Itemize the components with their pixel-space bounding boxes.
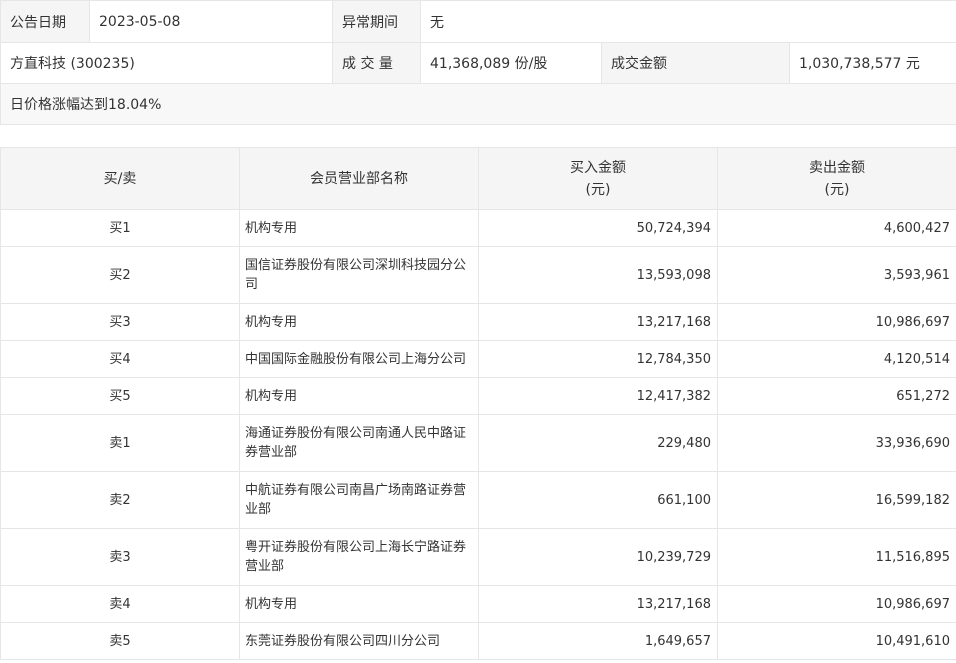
- header-buy-unit: (元): [585, 181, 611, 198]
- table-row: 买5 机构专用 12,417,382 651,272: [0, 377, 956, 415]
- table-row: 卖4 机构专用 13,217,168 10,986,697: [0, 585, 956, 623]
- row-member-name: 东莞证券股份有限公司四川分公司: [239, 622, 479, 660]
- row-sell-amount: 33,936,690: [717, 414, 956, 472]
- info-row-trade: 方直科技 (300235) 成 交 量 41,368,089 份/股 成交金额 …: [0, 42, 956, 84]
- row-side: 买2: [0, 246, 240, 304]
- row-buy-amount: 661,100: [478, 471, 718, 529]
- row-side: 买5: [0, 377, 240, 415]
- listing-reason: 日价格涨幅达到18.04%: [0, 83, 956, 125]
- announce-date-label: 公告日期: [0, 0, 90, 43]
- volume-value: 41,368,089 份/股: [420, 42, 602, 84]
- header-sell-unit: (元): [824, 181, 850, 198]
- row-side: 卖4: [0, 585, 240, 623]
- row-buy-amount: 1,649,657: [478, 622, 718, 660]
- row-member-name: 机构专用: [239, 209, 479, 247]
- row-buy-amount: 50,724,394: [478, 209, 718, 247]
- row-member-name: 机构专用: [239, 585, 479, 623]
- row-side: 卖1: [0, 414, 240, 472]
- row-member-name: 机构专用: [239, 377, 479, 415]
- header-sell-amount: 卖出金额 (元): [717, 147, 956, 210]
- row-buy-amount: 229,480: [478, 414, 718, 472]
- volume-label: 成 交 量: [332, 42, 421, 84]
- row-buy-amount: 13,593,098: [478, 246, 718, 304]
- row-side: 卖3: [0, 528, 240, 586]
- table-row: 卖3 粤开证券股份有限公司上海长宁路证券营业部 10,239,729 11,51…: [0, 528, 956, 586]
- table-row: 买4 中国国际金融股份有限公司上海分公司 12,784,350 4,120,51…: [0, 340, 956, 378]
- row-buy-amount: 12,417,382: [478, 377, 718, 415]
- table-row: 卖1 海通证券股份有限公司南通人民中路证券营业部 229,480 33,936,…: [0, 414, 956, 472]
- row-side: 卖5: [0, 622, 240, 660]
- row-buy-amount: 10,239,729: [478, 528, 718, 586]
- row-sell-amount: 10,986,697: [717, 303, 956, 341]
- header-side: 买/卖: [0, 147, 240, 210]
- row-buy-amount: 13,217,168: [478, 303, 718, 341]
- row-sell-amount: 651,272: [717, 377, 956, 415]
- info-row-date: 公告日期 2023-05-08 异常期间 无: [0, 0, 956, 43]
- abnormal-period-label: 异常期间: [332, 0, 421, 43]
- table-row: 卖2 中航证券有限公司南昌广场南路证券营业部 661,100 16,599,18…: [0, 471, 956, 529]
- stock-name: 方直科技 (300235): [0, 42, 333, 84]
- row-side: 买1: [0, 209, 240, 247]
- table-row: 买1 机构专用 50,724,394 4,600,427: [0, 209, 956, 247]
- row-buy-amount: 13,217,168: [478, 585, 718, 623]
- announce-date-value: 2023-05-08: [89, 0, 333, 43]
- row-sell-amount: 4,600,427: [717, 209, 956, 247]
- row-member-name: 国信证券股份有限公司深圳科技园分公司: [239, 246, 479, 304]
- row-member-name: 海通证券股份有限公司南通人民中路证券营业部: [239, 414, 479, 472]
- table-row: 卖5 东莞证券股份有限公司四川分公司 1,649,657 10,491,610: [0, 622, 956, 660]
- row-buy-amount: 12,784,350: [478, 340, 718, 378]
- trading-detail-table: 买/卖 会员营业部名称 买入金额 (元) 卖出金额 (元) 买1 机构专用 50…: [0, 147, 956, 660]
- header-sell-label: 卖出金额: [809, 159, 865, 176]
- stock-info-table: 公告日期 2023-05-08 异常期间 无 方直科技 (300235) 成 交…: [0, 0, 956, 125]
- header-buy-label: 买入金额: [570, 159, 626, 176]
- amount-value: 1,030,738,577 元: [789, 42, 956, 84]
- row-member-name: 中国国际金融股份有限公司上海分公司: [239, 340, 479, 378]
- row-sell-amount: 10,491,610: [717, 622, 956, 660]
- row-side: 卖2: [0, 471, 240, 529]
- row-sell-amount: 4,120,514: [717, 340, 956, 378]
- header-member: 会员营业部名称: [239, 147, 479, 210]
- row-sell-amount: 16,599,182: [717, 471, 956, 529]
- amount-label: 成交金额: [601, 42, 790, 84]
- row-member-name: 机构专用: [239, 303, 479, 341]
- table-row: 买3 机构专用 13,217,168 10,986,697: [0, 303, 956, 341]
- row-side: 买3: [0, 303, 240, 341]
- row-sell-amount: 10,986,697: [717, 585, 956, 623]
- info-row-reason: 日价格涨幅达到18.04%: [0, 83, 956, 125]
- row-side: 买4: [0, 340, 240, 378]
- row-sell-amount: 11,516,895: [717, 528, 956, 586]
- detail-header-row: 买/卖 会员营业部名称 买入金额 (元) 卖出金额 (元): [0, 147, 956, 210]
- table-row: 买2 国信证券股份有限公司深圳科技园分公司 13,593,098 3,593,9…: [0, 246, 956, 304]
- row-member-name: 粤开证券股份有限公司上海长宁路证券营业部: [239, 528, 479, 586]
- row-sell-amount: 3,593,961: [717, 246, 956, 304]
- abnormal-period-value: 无: [420, 0, 956, 43]
- header-buy-amount: 买入金额 (元): [478, 147, 718, 210]
- row-member-name: 中航证券有限公司南昌广场南路证券营业部: [239, 471, 479, 529]
